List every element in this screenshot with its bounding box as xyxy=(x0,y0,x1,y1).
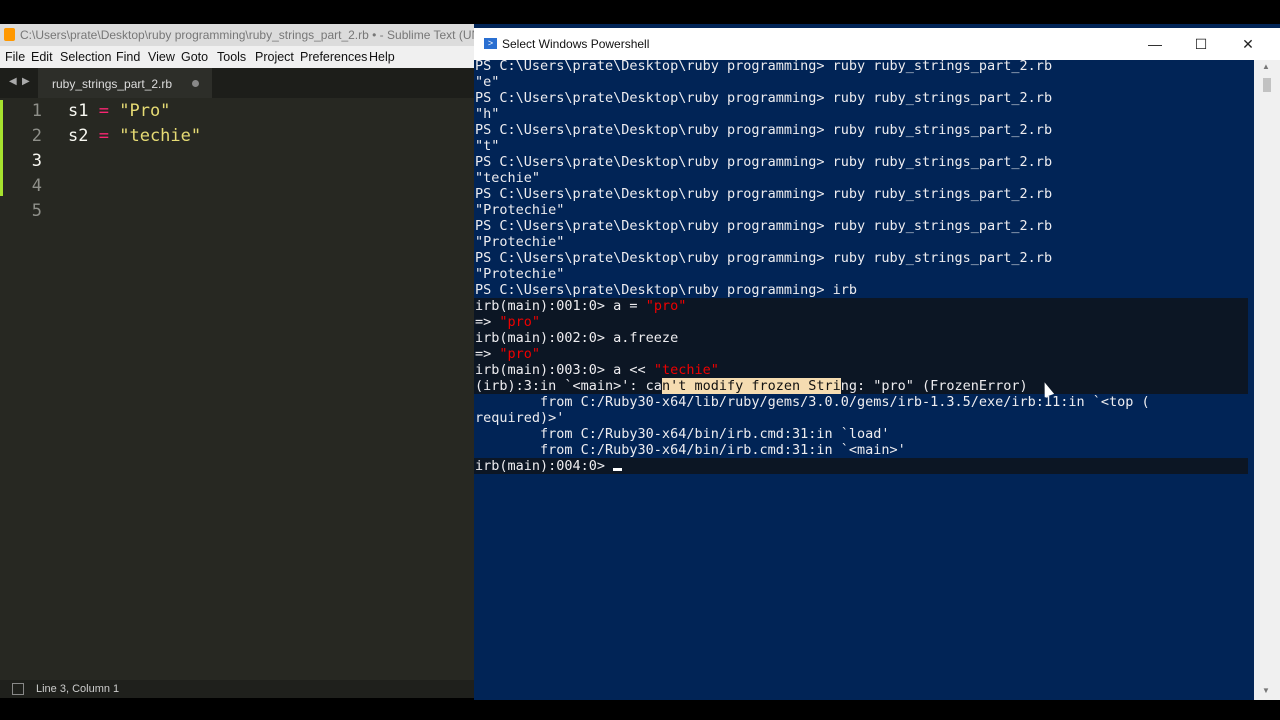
console-line: PS C:\Users\prate\Desktop\ruby programmi… xyxy=(475,282,858,298)
console-line: "h" xyxy=(475,106,500,122)
irb-prompt: irb(main):001:0> a = xyxy=(475,298,646,314)
code-operator: = xyxy=(98,101,109,121)
line-number: 4 xyxy=(31,176,42,196)
irb-string: "pro" xyxy=(645,298,687,314)
code-line-1: s1 = "Pro" xyxy=(68,101,170,121)
irb-line: irb(main):004:0> xyxy=(475,458,623,474)
sublime-title-bar: C:\Users\prate\Desktop\ruby programming\… xyxy=(0,24,474,46)
scroll-up-icon[interactable]: ▲ xyxy=(1262,62,1270,71)
line-number: 2 xyxy=(31,126,42,146)
irb-result-arrow: => xyxy=(475,314,500,330)
cursor-position: Line 3, Column 1 xyxy=(36,683,120,695)
menu-find[interactable]: Find xyxy=(116,50,140,64)
irb-line: => "pro" xyxy=(475,346,540,362)
irb-string: "pro" xyxy=(499,314,541,330)
powershell-title-bar: > Select Windows Powershell — ☐ ✕ xyxy=(474,28,1280,60)
tab-label: ruby_strings_part_2.rb xyxy=(52,77,173,91)
sublime-menu-bar: File Edit Selection Find View Goto Tools… xyxy=(0,46,474,68)
code-identifier: s1 xyxy=(68,101,89,121)
irb-line: => "pro" xyxy=(475,314,540,330)
menu-project[interactable]: Project xyxy=(255,50,294,64)
powershell-window-title: Select Windows Powershell xyxy=(502,37,650,51)
powershell-window: > Select Windows Powershell — ☐ ✕ PS C:\… xyxy=(474,24,1280,700)
menu-file[interactable]: File xyxy=(5,50,25,64)
panel-toggle-icon[interactable] xyxy=(12,683,24,695)
code-string: "Pro" xyxy=(119,101,171,121)
irb-string: "techie" xyxy=(653,362,719,378)
scrollbar-thumb[interactable] xyxy=(1263,78,1271,92)
console-line: PS C:\Users\prate\Desktop\ruby programmi… xyxy=(475,250,1053,266)
stack-trace-line: from C:/Ruby30-x64/bin/irb.cmd:31:in `lo… xyxy=(475,426,890,442)
error-line: (irb):3:in `<main>': can't modify frozen… xyxy=(475,378,1028,394)
sublime-app-icon xyxy=(4,28,15,41)
code-line-2: s2 = "techie" xyxy=(68,126,201,146)
selected-text: n't modify frozen Stri xyxy=(661,378,841,394)
tab-ruby-strings-part-2[interactable]: ruby_strings_part_2.rb xyxy=(38,68,212,98)
minimize-button[interactable]: — xyxy=(1132,31,1178,57)
text-cursor xyxy=(613,468,623,471)
irb-prompt: irb(main):004:0> xyxy=(475,458,614,474)
console-line: "Protechie" xyxy=(475,266,565,282)
unsaved-dot-icon[interactable] xyxy=(192,80,199,87)
modified-lines-marker xyxy=(0,100,3,196)
line-number: 1 xyxy=(31,101,42,121)
sublime-tab-bar: ◀ ▶ ruby_strings_part_2.rb xyxy=(0,68,474,98)
irb-result-arrow: => xyxy=(475,346,500,362)
powershell-app-icon: > xyxy=(484,38,497,49)
scroll-down-icon[interactable]: ▼ xyxy=(1262,686,1270,695)
console-line: "Protechie" xyxy=(475,234,565,250)
menu-view[interactable]: View xyxy=(148,50,175,64)
menu-goto[interactable]: Goto xyxy=(181,50,208,64)
console-line: PS C:\Users\prate\Desktop\ruby programmi… xyxy=(475,154,1053,170)
sublime-text-window: C:\Users\prate\Desktop\ruby programming\… xyxy=(0,24,474,698)
menu-tools[interactable]: Tools xyxy=(217,50,246,64)
code-identifier: s2 xyxy=(68,126,89,146)
irb-prompt: irb(main):003:0> a << xyxy=(475,362,654,378)
irb-string: "pro" xyxy=(499,346,541,362)
line-number: 5 xyxy=(31,201,42,221)
code-string: "techie" xyxy=(119,126,202,146)
menu-selection[interactable]: Selection xyxy=(60,50,111,64)
code-operator: = xyxy=(98,126,109,146)
tab-scroll-left-icon[interactable]: ◀ xyxy=(9,76,17,87)
code-editor[interactable]: 1 2 3 4 5 s1 = "Pro" s2 = "techie" xyxy=(0,98,474,680)
menu-preferences[interactable]: Preferences xyxy=(300,50,367,64)
irb-line: irb(main):002:0> a.freeze xyxy=(475,330,679,346)
stack-trace-line: from C:/Ruby30-x64/lib/ruby/gems/3.0.0/g… xyxy=(475,394,1150,410)
console-scrollbar[interactable]: ▲ ▼ xyxy=(1254,60,1280,700)
console-line: PS C:\Users\prate\Desktop\ruby programmi… xyxy=(475,58,1053,74)
selection-highlight-row xyxy=(474,314,1248,330)
stack-trace-line: required)>' xyxy=(475,410,565,426)
menu-help[interactable]: Help xyxy=(369,50,395,64)
irb-line: irb(main):003:0> a << "techie" xyxy=(475,362,719,378)
selection-highlight-row xyxy=(474,346,1248,362)
console-line: "techie" xyxy=(475,170,541,186)
console-output[interactable]: PS C:\Users\prate\Desktop\ruby programmi… xyxy=(474,58,1254,700)
console-line: PS C:\Users\prate\Desktop\ruby programmi… xyxy=(475,122,1053,138)
stack-trace-line: from C:/Ruby30-x64/bin/irb.cmd:31:in `<m… xyxy=(475,442,906,458)
console-line: PS C:\Users\prate\Desktop\ruby programmi… xyxy=(475,90,1053,106)
error-text: ng: "pro" (FrozenError) xyxy=(840,378,1028,394)
error-text: (irb):3:in `<main>': ca xyxy=(475,378,662,394)
console-line: PS C:\Users\prate\Desktop\ruby programmi… xyxy=(475,186,1053,202)
sublime-window-title: C:\Users\prate\Desktop\ruby programming\… xyxy=(20,28,474,42)
maximize-button[interactable]: ☐ xyxy=(1178,31,1224,57)
menu-edit[interactable]: Edit xyxy=(31,50,53,64)
close-button[interactable]: ✕ xyxy=(1225,31,1271,57)
console-line: "t" xyxy=(475,138,500,154)
console-line: PS C:\Users\prate\Desktop\ruby programmi… xyxy=(475,218,1053,234)
line-number-active: 3 xyxy=(31,151,42,171)
sublime-status-bar: Line 3, Column 1 xyxy=(0,680,474,698)
console-line: "e" xyxy=(475,74,500,90)
console-line: "Protechie" xyxy=(475,202,565,218)
irb-line: irb(main):001:0> a = "pro" xyxy=(475,298,686,314)
tab-scroll-right-icon[interactable]: ▶ xyxy=(22,76,30,87)
